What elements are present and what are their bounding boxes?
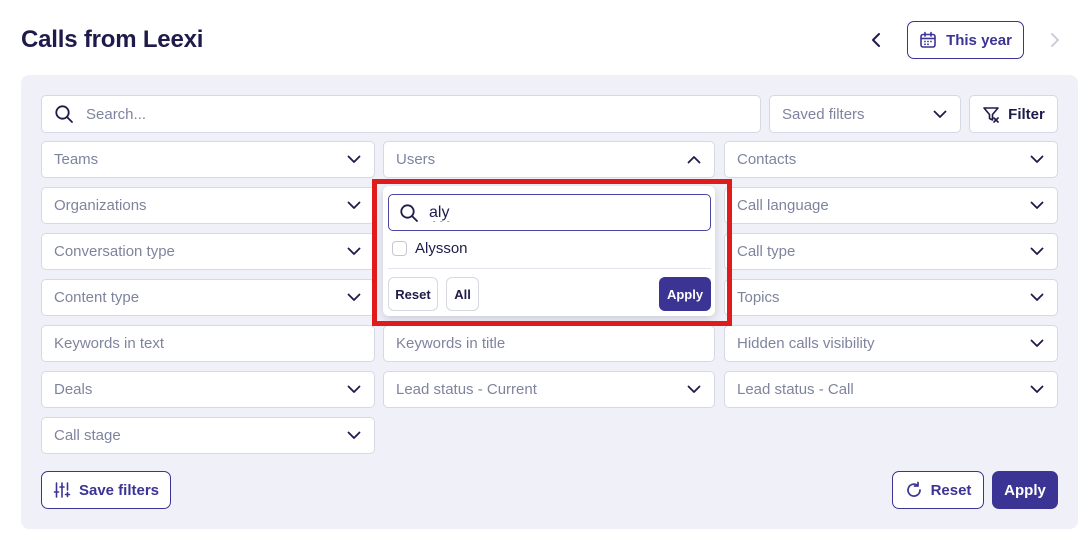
users-all-button[interactable]: All xyxy=(446,277,479,311)
chevron-down-icon xyxy=(686,382,702,398)
users-select[interactable]: Users xyxy=(383,141,715,178)
previous-period-button[interactable] xyxy=(864,28,888,52)
lead-status-call-select[interactable]: Lead status - Call xyxy=(724,371,1058,408)
teams-select[interactable]: Teams xyxy=(41,141,375,178)
search-box[interactable] xyxy=(41,95,761,133)
filter-icon xyxy=(983,107,999,123)
user-option-alysson[interactable]: Alysson xyxy=(392,240,468,257)
chevron-down-icon xyxy=(1029,244,1045,260)
hidden-calls-visibility-label: Hidden calls visibility xyxy=(737,335,875,352)
chevron-down-icon xyxy=(346,152,362,168)
users-label: Users xyxy=(396,151,436,168)
filter-button[interactable]: Filter xyxy=(969,95,1058,133)
reset-button[interactable]: Reset xyxy=(892,471,984,509)
hidden-calls-visibility-select[interactable]: Hidden calls visibility xyxy=(724,325,1058,362)
user-option-label: Alysson xyxy=(415,240,468,257)
content-type-label: Content type xyxy=(54,289,140,306)
call-type-select[interactable]: Call type xyxy=(724,233,1058,270)
lead-status-current-select[interactable]: Lead status - Current xyxy=(383,371,715,408)
saved-filters-label: Saved filters xyxy=(782,105,865,123)
users-search-box[interactable] xyxy=(388,194,711,231)
chevron-down-icon xyxy=(346,244,362,260)
call-stage-select[interactable]: Call stage xyxy=(41,417,375,454)
users-dropdown: Alysson Reset All Apply xyxy=(383,186,715,316)
content-type-select[interactable]: Content type xyxy=(41,279,375,316)
keywords-in-text-placeholder: Keywords in text xyxy=(54,335,165,352)
organizations-select[interactable]: Organizations xyxy=(41,187,375,224)
conversation-type-label: Conversation type xyxy=(54,243,175,260)
lead-status-call-label: Lead status - Call xyxy=(737,381,854,398)
filter-button-label: Filter xyxy=(1008,105,1045,123)
reset-icon xyxy=(906,481,921,497)
chevron-down-icon xyxy=(932,106,948,122)
users-search-input[interactable] xyxy=(429,203,700,222)
apply-button[interactable]: Apply xyxy=(992,471,1058,509)
chevron-left-icon xyxy=(872,33,880,47)
search-input[interactable] xyxy=(86,105,748,123)
chevron-down-icon xyxy=(346,198,362,214)
date-range-label: This year xyxy=(946,31,1012,49)
users-reset-button[interactable]: Reset xyxy=(388,277,438,311)
keywords-in-title-placeholder: Keywords in title xyxy=(396,335,506,352)
topics-label: Topics xyxy=(737,289,780,306)
organizations-label: Organizations xyxy=(54,197,147,214)
chevron-down-icon xyxy=(346,382,362,398)
call-type-label: Call type xyxy=(737,243,796,260)
save-filters-button[interactable]: Save filters xyxy=(41,471,171,509)
saved-filters-select[interactable]: Saved filters xyxy=(769,95,961,133)
chevron-down-icon xyxy=(1029,152,1045,168)
user-option-checkbox[interactable] xyxy=(392,241,407,256)
deals-select[interactable]: Deals xyxy=(41,371,375,408)
save-filters-label: Save filters xyxy=(78,481,160,499)
lead-status-current-label: Lead status - Current xyxy=(396,381,537,398)
sliders-icon xyxy=(53,482,71,498)
topics-select[interactable]: Topics xyxy=(724,279,1058,316)
search-icon xyxy=(400,203,418,222)
call-language-select[interactable]: Call language xyxy=(724,187,1058,224)
call-stage-label: Call stage xyxy=(54,427,121,444)
page-title: Calls from Leexi xyxy=(21,26,204,53)
search-icon xyxy=(55,105,73,123)
dropdown-divider xyxy=(388,268,711,269)
chevron-up-icon xyxy=(686,152,702,168)
users-apply-button[interactable]: Apply xyxy=(659,277,711,311)
chevron-down-icon xyxy=(1029,336,1045,352)
chevron-down-icon xyxy=(1029,198,1045,214)
keywords-in-text-input[interactable]: Keywords in text xyxy=(41,325,375,362)
next-period-button[interactable] xyxy=(1043,28,1067,52)
teams-label: Teams xyxy=(54,151,99,168)
chevron-right-icon xyxy=(1051,33,1059,47)
chevron-down-icon xyxy=(346,428,362,444)
conversation-type-select[interactable]: Conversation type xyxy=(41,233,375,270)
contacts-select[interactable]: Contacts xyxy=(724,141,1058,178)
contacts-label: Contacts xyxy=(737,151,797,168)
keywords-in-title-input[interactable]: Keywords in title xyxy=(383,325,715,362)
reset-label: Reset xyxy=(930,481,972,499)
date-range-button[interactable]: This year xyxy=(907,21,1024,59)
deals-label: Deals xyxy=(54,381,93,398)
chevron-down-icon xyxy=(1029,382,1045,398)
call-language-label: Call language xyxy=(737,197,829,214)
chevron-down-icon xyxy=(346,290,362,306)
chevron-down-icon xyxy=(1029,290,1045,306)
calendar-icon xyxy=(920,31,936,48)
